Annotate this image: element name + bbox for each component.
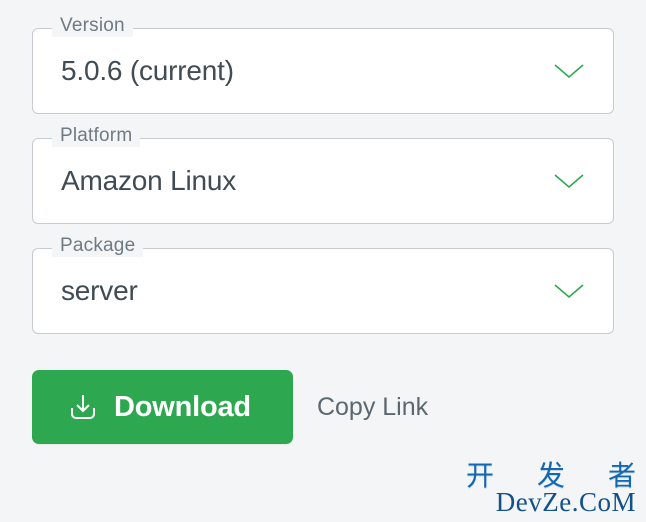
package-label: Package (52, 235, 143, 257)
watermark-cn-text: 开 发 者 (466, 463, 646, 491)
watermark-en-text: DevZe.CoM (466, 489, 636, 516)
version-value: 5.0.6 (current) (61, 55, 234, 87)
version-field: Version 5.0.6 (current) (32, 28, 614, 114)
platform-select[interactable]: Amazon Linux (32, 138, 614, 224)
version-select[interactable]: 5.0.6 (current) (32, 28, 614, 114)
chevron-down-icon (553, 282, 585, 300)
platform-value: Amazon Linux (61, 165, 236, 197)
download-icon (66, 390, 100, 424)
package-value: server (61, 275, 138, 307)
copy-link-button[interactable]: Copy Link (317, 393, 428, 422)
package-field: Package server (32, 248, 614, 334)
chevron-down-icon (553, 172, 585, 190)
version-label: Version (52, 15, 133, 37)
package-select[interactable]: server (32, 248, 614, 334)
platform-label: Platform (52, 125, 140, 147)
chevron-down-icon (553, 62, 585, 80)
actions-row: Download Copy Link (32, 370, 614, 444)
download-button[interactable]: Download (32, 370, 293, 444)
platform-field: Platform Amazon Linux (32, 138, 614, 224)
download-button-label: Download (114, 391, 251, 424)
watermark: 开 发 者 DevZe.CoM (466, 463, 636, 516)
